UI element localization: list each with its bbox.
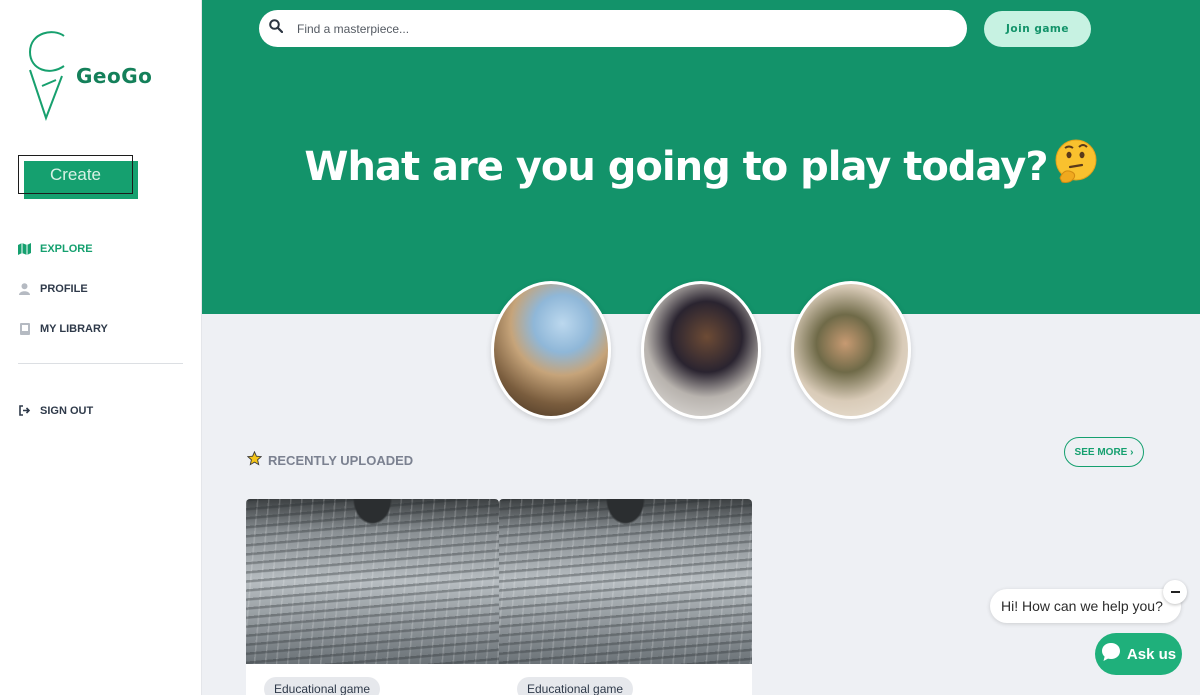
sidebar-item-label: MY LIBRARY: [40, 322, 108, 335]
sidebar-divider: [18, 363, 183, 364]
chat-bubble-icon: [1101, 642, 1121, 666]
minus-icon: [1170, 591, 1180, 593]
hero-title-text: What are you going to play today?: [304, 144, 1048, 190]
create-button[interactable]: Create: [18, 155, 133, 194]
ask-us-label: Ask us: [1126, 645, 1177, 663]
category-image-travelers[interactable]: [791, 281, 911, 419]
recently-uploaded-heading: RECENTLY UPLOADED: [246, 450, 414, 469]
search-input[interactable]: [297, 21, 937, 36]
sign-out-icon: [18, 404, 31, 417]
search-bar[interactable]: [259, 10, 967, 47]
game-card-tag: Educational game: [517, 677, 634, 695]
sidebar-item-my-library[interactable]: MY LIBRARY: [18, 322, 108, 335]
category-image-students[interactable]: [641, 281, 761, 419]
map-icon: [18, 242, 31, 255]
game-card[interactable]: Educational game: [246, 499, 499, 695]
brand-name: GeoGo: [76, 64, 153, 88]
chat-greeting-text: Hi! How can we help you?: [1001, 598, 1163, 614]
book-icon: [18, 322, 31, 335]
sign-out-button[interactable]: SIGN OUT: [18, 404, 93, 417]
thinking-face-emoji-icon: [1054, 138, 1098, 186]
star-icon: [246, 450, 263, 469]
geogo-logo[interactable]: GeoGo: [26, 30, 166, 125]
game-card[interactable]: Educational game: [499, 499, 752, 695]
create-button-wrap: Create: [18, 155, 140, 201]
sidebar-item-label: PROFILE: [40, 282, 88, 295]
search-icon: [269, 19, 284, 38]
sidebar-item-label: EXPLORE: [40, 242, 93, 255]
category-image-city[interactable]: [491, 281, 611, 419]
chat-minimize-button[interactable]: [1163, 580, 1187, 604]
chat-greeting-bubble[interactable]: Hi! How can we help you?: [990, 589, 1181, 623]
game-card-image: [246, 499, 499, 664]
join-game-button[interactable]: Join game: [984, 11, 1091, 47]
sign-out-label: SIGN OUT: [40, 404, 94, 417]
ask-us-button[interactable]: Ask us: [1095, 633, 1182, 675]
hero-banner: Join game What are you going to play tod…: [202, 0, 1200, 314]
page-title: What are you going to play today?: [202, 138, 1200, 190]
game-card-image: [499, 499, 752, 664]
game-card-tag: Educational game: [264, 677, 381, 695]
sidebar: GeoGo Create EXPLORE PROFILE MY LIBRARY …: [0, 0, 202, 695]
sidebar-item-explore[interactable]: EXPLORE: [18, 242, 93, 255]
see-more-button[interactable]: SEE MORE ›: [1064, 437, 1144, 467]
recently-uploaded-label: RECENTLY UPLOADED: [268, 452, 414, 468]
user-icon: [18, 282, 31, 295]
sidebar-item-profile[interactable]: PROFILE: [18, 282, 88, 295]
